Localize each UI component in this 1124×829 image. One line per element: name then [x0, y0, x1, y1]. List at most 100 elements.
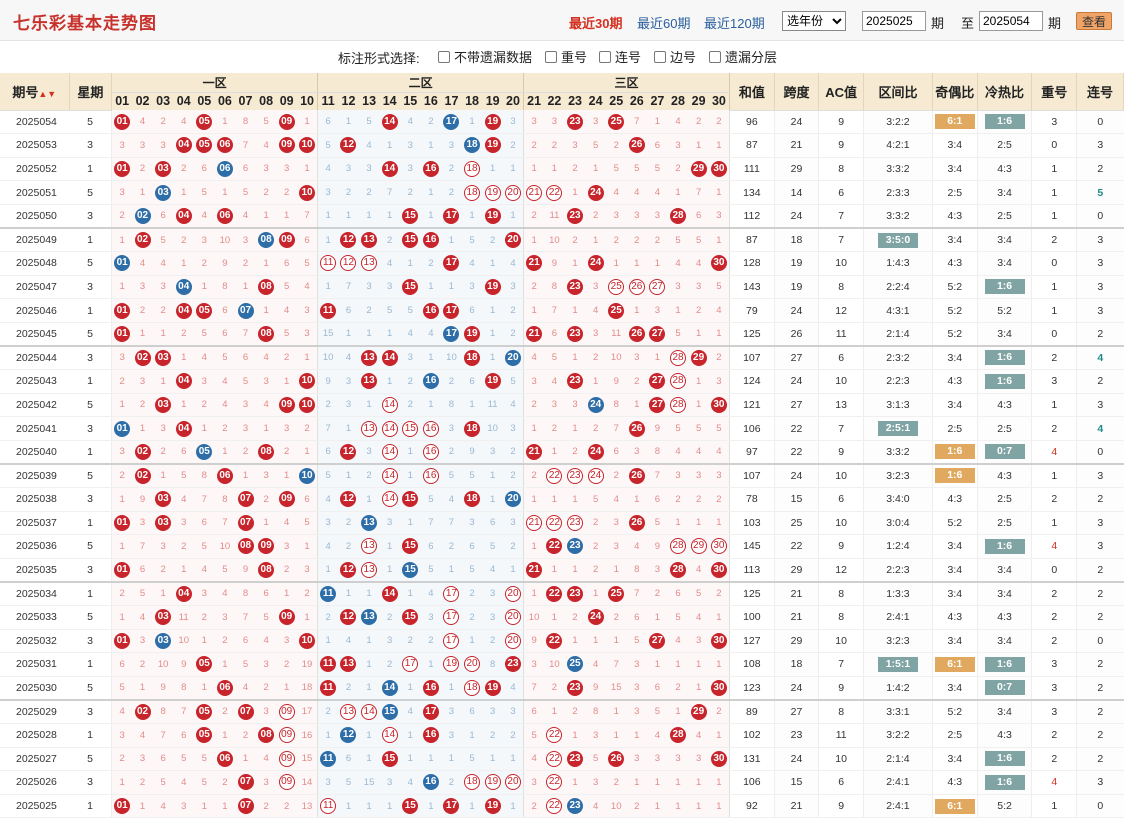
miss-cell: 6 — [317, 440, 339, 465]
checkbox-icon[interactable] — [709, 50, 721, 63]
zone-ratio-cell: 2:3:2 — [862, 344, 933, 371]
consecutive-cell: 0 — [1076, 629, 1124, 654]
miss-cell: 1 — [111, 487, 133, 512]
miss-cell: 2 — [523, 133, 545, 158]
option-repeat[interactable]: 重号 — [545, 47, 587, 66]
from-period-input[interactable] — [862, 11, 926, 31]
option-edge[interactable]: 边号 — [654, 47, 696, 66]
number-cell: 02 — [132, 698, 153, 724]
ac-cell: 8 — [818, 157, 864, 182]
miss-cell: 3 — [688, 747, 709, 772]
miss-cell: 1 — [441, 275, 462, 300]
miss-cell: 3 — [482, 605, 503, 630]
checkbox-icon[interactable] — [654, 50, 666, 63]
sort-icon[interactable]: ▲▼ — [38, 89, 56, 99]
number-cell: 14 — [379, 676, 400, 701]
drawn-ball: 04 — [175, 585, 192, 602]
miss-cell: 5 — [235, 369, 256, 394]
sum-cell: 102 — [729, 723, 775, 748]
miss-cell: 3 — [358, 440, 380, 465]
zone-ratio-cell: 3:3:2 — [862, 204, 933, 229]
miss-cell: 5 — [296, 251, 319, 276]
to-period-input[interactable] — [979, 11, 1043, 31]
query-button[interactable]: 查看 — [1076, 12, 1112, 30]
number-cell: 17 — [441, 251, 462, 276]
cold-hot-cell: 4:3 — [976, 157, 1032, 182]
miss-cell: 6 — [482, 511, 503, 536]
period-header[interactable]: 期号▲▼ — [0, 73, 70, 111]
drawn-ball: 06 — [216, 207, 233, 224]
outline-ball: 18 — [464, 679, 481, 696]
number-header-24: 24 — [585, 92, 606, 110]
outline-ball: 20 — [464, 656, 481, 673]
period-120-link[interactable]: 最近120期 — [704, 13, 765, 32]
outline-ball: 18 — [464, 184, 481, 201]
miss-cell: 3 — [626, 676, 648, 701]
miss-cell: 2 — [626, 369, 648, 394]
miss-cell: 5 — [626, 629, 648, 654]
number-header-04: 04 — [173, 92, 195, 110]
miss-cell: 2 — [317, 393, 339, 418]
miss-cell: 1 — [708, 180, 730, 205]
number-cell: 22 — [544, 580, 565, 606]
number-cell: 19 — [441, 652, 462, 677]
drawn-ball: 17 — [443, 798, 460, 815]
number-cell: 07 — [235, 770, 256, 795]
number-cell: 09 — [276, 487, 297, 512]
miss-cell: 1 — [338, 794, 359, 819]
miss-cell: 5 — [194, 770, 215, 795]
span-cell: 27 — [773, 344, 819, 371]
drawn-ball: 16 — [422, 302, 439, 319]
period-30-link[interactable]: 最近30期 — [569, 13, 622, 32]
miss-cell: 7 — [523, 676, 545, 701]
miss-cell: 2 — [132, 393, 153, 418]
miss-cell: 5 — [461, 226, 483, 253]
miss-cell: 6 — [338, 747, 359, 772]
odd-even-header: 奇偶比 — [932, 73, 978, 111]
number-cell: 19 — [482, 133, 503, 158]
miss-cell: 4 — [194, 344, 215, 371]
miss-cell: 10 — [544, 226, 565, 253]
number-cell: 18 — [461, 770, 483, 795]
miss-cell: 3 — [461, 275, 483, 300]
drawn-ball: 23 — [567, 278, 584, 295]
miss-cell: 5 — [173, 747, 195, 772]
drawn-ball: 20 — [504, 232, 521, 249]
miss-cell: 3 — [626, 344, 648, 371]
number-cell: 30 — [708, 676, 730, 701]
table-row: 2025049 1 1 02 5 2 3 10 3 08 09 6 1 12 13 2 15 16 1 5 2 20 1 10… — [0, 226, 1124, 253]
option-miss-layer[interactable]: 遗漏分层 — [709, 47, 777, 66]
miss-cell: 4 — [688, 723, 709, 748]
number-cell: 17 — [399, 652, 421, 677]
period-60-link[interactable]: 最近60期 — [637, 13, 690, 32]
checkbox-icon[interactable] — [545, 50, 557, 63]
week-cell: 1 — [69, 652, 113, 677]
miss-cell: 4 — [338, 344, 359, 371]
miss-cell: 1 — [502, 794, 525, 819]
odd-even-cell: 4:3 — [931, 487, 978, 512]
cold-hot-cell: 1:6 — [976, 652, 1032, 677]
miss-cell: 2 — [708, 698, 730, 724]
miss-cell: 4 — [399, 322, 421, 347]
miss-cell: 11 — [544, 204, 565, 229]
checkbox-icon[interactable] — [599, 50, 611, 63]
odd-even-cell: 3:4 — [931, 534, 978, 559]
option-consecutive[interactable]: 连号 — [599, 47, 641, 66]
outline-ball: 30 — [710, 538, 727, 555]
miss-cell: 2 — [585, 534, 606, 559]
miss-cell: 5 — [585, 133, 606, 158]
repeat-cell: 2 — [1031, 416, 1077, 441]
miss-cell: 1 — [194, 676, 215, 701]
miss-cell: 1 — [173, 393, 195, 418]
miss-cell: 2 — [111, 580, 133, 606]
year-select[interactable]: 选年份 — [782, 11, 846, 31]
miss-cell: 1 — [482, 462, 503, 488]
miss-cell: 2 — [255, 676, 277, 701]
period-cell: 2025034 — [0, 580, 70, 606]
option-no-miss[interactable]: 不带遗漏数据 — [438, 47, 532, 66]
miss-cell: 1 — [605, 629, 627, 654]
checkbox-icon[interactable] — [438, 50, 450, 63]
number-cell: 17 — [441, 322, 462, 347]
miss-cell: 6 — [255, 580, 277, 606]
miss-cell: 4 — [399, 698, 421, 724]
